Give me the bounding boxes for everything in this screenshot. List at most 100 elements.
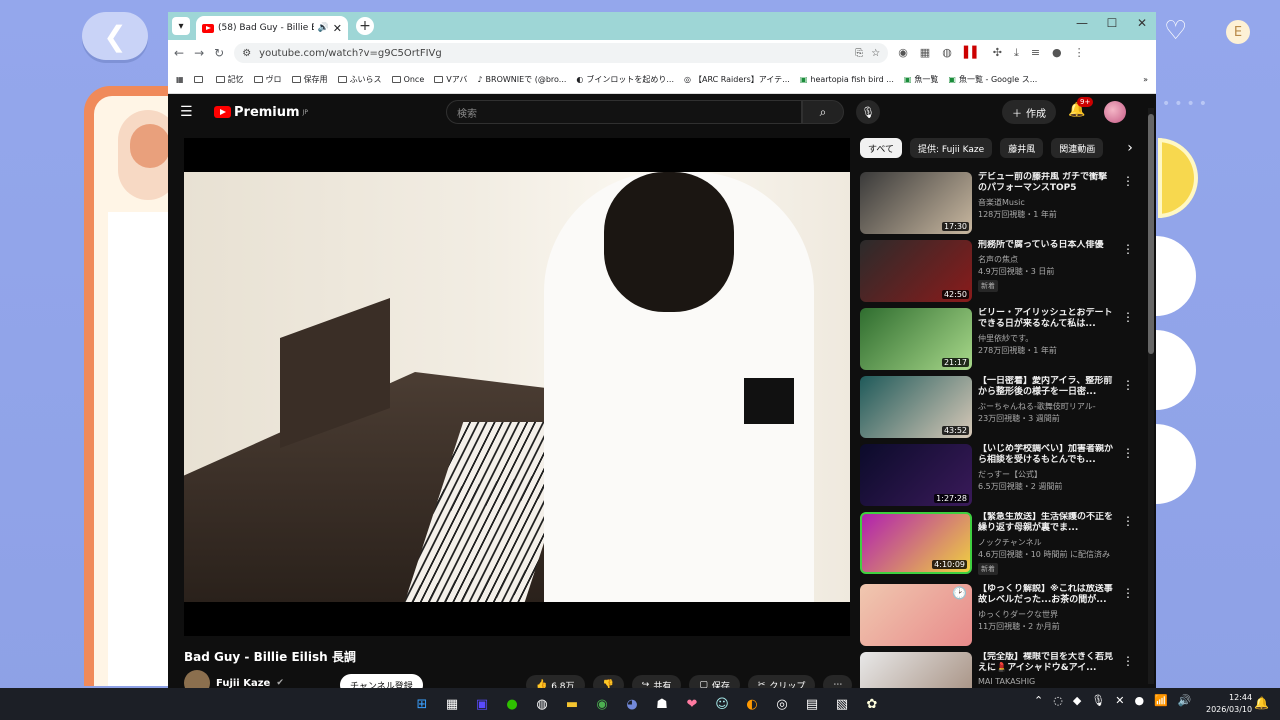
video-thumbnail[interactable]: 17:30 xyxy=(860,172,972,234)
rec-channel[interactable]: ぶーちゃんねる-歌舞伎町リアル- xyxy=(978,401,1116,412)
chevron-right-icon[interactable]: › xyxy=(1127,140,1133,156)
rec-title[interactable]: 【ゆっくり解説】※これは放送事故レベルだった...お茶の間が... xyxy=(978,584,1116,606)
youtube-logo[interactable]: Premium JP xyxy=(214,105,308,120)
video-thumbnail[interactable]: 42:50 xyxy=(860,240,972,302)
search-input[interactable]: 検索 xyxy=(446,100,802,124)
menu-icon[interactable]: ⋮ xyxy=(1074,46,1085,60)
more-actions-button[interactable]: ⋯ xyxy=(823,675,853,688)
channel-name[interactable]: Fujii Kaze xyxy=(216,678,270,689)
minimize-icon[interactable]: — xyxy=(1074,16,1090,30)
list-item[interactable]: 21:17 ビリー・アイリッシュとおデートできる日が来るなんて私は... 仲里依紗… xyxy=(860,308,1134,374)
rec-title[interactable]: 刑務所で腐っている日本人俳優 xyxy=(978,240,1116,251)
forward-icon[interactable]: → xyxy=(194,46,204,60)
video-thumbnail[interactable] xyxy=(860,652,972,688)
video-thumbnail[interactable]: 4:10:09 xyxy=(860,512,972,574)
bookmark-item[interactable]: ◎ 【ARC Raiders】アイテ... xyxy=(684,74,790,85)
app-icon[interactable]: ▤ xyxy=(800,692,824,716)
rec-channel[interactable]: MAI TAKASHIG xyxy=(978,677,1116,686)
notification-center-icon[interactable]: 🔔 xyxy=(1254,696,1269,710)
extension-icon[interactable]: ◍ xyxy=(942,46,952,60)
rec-title[interactable]: 【完全版】裸眼で目を大きく若見えに💄アイシャドウ&アイ... xyxy=(978,652,1116,674)
app-icon[interactable]: ◐ xyxy=(740,692,764,716)
more-vert-icon[interactable]: ⋮ xyxy=(1122,446,1134,510)
share-button[interactable]: ↪ 共有 xyxy=(631,675,682,688)
rec-title[interactable]: 【緊急生放送】生活保護の不正を繰り返す母親が裏でま... xyxy=(978,512,1116,534)
install-icon[interactable]: ⎘ xyxy=(855,48,863,59)
discord-icon[interactable]: ◕ xyxy=(620,692,644,716)
bookmark-item[interactable]: ▣ heartopia fish bird ... xyxy=(800,75,894,84)
voice-search-icon[interactable]: 🎙 xyxy=(856,100,880,124)
chrome-icon[interactable]: ◉ xyxy=(590,692,614,716)
back-arrow-icon[interactable]: ❮ xyxy=(82,12,148,60)
app-icon[interactable]: ✿ xyxy=(860,692,884,716)
close-window-icon[interactable]: ✕ xyxy=(1134,16,1150,30)
rec-title[interactable]: デビュー前の藤井風 ガチで衝撃のパフォーマンスTOP5 xyxy=(978,172,1116,194)
chip-related[interactable]: 関連動画 xyxy=(1051,138,1104,158)
rec-channel[interactable]: 仲里依紗です。 xyxy=(978,333,1116,344)
list-item[interactable]: 【完全版】裸眼で目を大きく若見えに💄アイシャドウ&アイ... MAI TAKASH… xyxy=(860,652,1134,688)
heart-check-icon[interactable]: ♡ xyxy=(1164,16,1198,50)
widgets-icon[interactable]: ▦ xyxy=(440,692,464,716)
bookmark-item[interactable]: ▣ 魚一覧 xyxy=(904,74,939,85)
volume-icon[interactable]: 🔊 xyxy=(1178,694,1192,707)
app-icon[interactable]: ◎ xyxy=(770,692,794,716)
app-icon[interactable]: ☺ xyxy=(710,692,734,716)
rec-title[interactable]: 【いじめ学校調べい】加害者親から相談を受けるもとんでも... xyxy=(978,444,1116,466)
list-item[interactable]: 17:30 デビュー前の藤井風 ガチで衝撃のパフォーマンスTOP5 音楽道Musi… xyxy=(860,172,1134,238)
video-thumbnail[interactable]: 1:27:28 xyxy=(860,444,972,506)
bookmark-item[interactable]: ▣ 魚一覧 - Google ス... xyxy=(948,74,1037,85)
chevron-up-icon[interactable]: ⌃ xyxy=(1034,694,1043,707)
extension-icon[interactable]: ▌▌ xyxy=(964,46,981,60)
more-vert-icon[interactable]: ⋮ xyxy=(1122,174,1134,238)
notifications-bell-icon[interactable]: 🔔 9+ xyxy=(1068,97,1094,118)
bookmark-item[interactable]: 保存用 xyxy=(291,74,328,85)
list-item[interactable]: 4:10:09 【緊急生放送】生活保護の不正を繰り返す母親が裏でま... ノックチ… xyxy=(860,512,1134,578)
subscribe-button[interactable]: チャンネル登録 xyxy=(340,674,423,688)
video-frame[interactable] xyxy=(184,172,850,602)
close-tab-icon[interactable]: ✕ xyxy=(333,22,342,35)
rec-channel[interactable]: ノックチャンネル xyxy=(978,537,1116,548)
account-avatar[interactable] xyxy=(1104,101,1126,123)
hamburger-menu-icon[interactable]: ☰ xyxy=(180,104,200,120)
rec-channel[interactable]: だっすー【公式】 xyxy=(978,469,1116,480)
list-item[interactable]: 1:27:28 【いじめ学校調べい】加害者親から相談を受けるもとんでも... だっ… xyxy=(860,444,1134,510)
dislike-button[interactable]: 👎 xyxy=(592,675,624,688)
speaker-icon[interactable]: 🔊 xyxy=(318,23,329,33)
reload-icon[interactable]: ↻ xyxy=(214,46,224,60)
like-button[interactable]: 👍 6.8万 xyxy=(526,675,585,688)
more-vert-icon[interactable]: ⋮ xyxy=(1122,242,1134,306)
extension-icon[interactable]: ▦ xyxy=(920,46,930,60)
list-item[interactable]: 42:50 刑務所で腐っている日本人俳優 名声の焦点 4.9万回視聴・3 日前 新着 … xyxy=(860,240,1134,306)
download-icon[interactable]: ⤓ xyxy=(1014,46,1019,60)
more-vert-icon[interactable]: ⋮ xyxy=(1122,514,1134,578)
video-thumbnail[interactable]: 🕑 xyxy=(860,584,972,646)
url-text[interactable]: youtube.com/watch?v=g9C5OrtFIVg xyxy=(259,48,847,59)
tab-search-button[interactable]: ▾ xyxy=(172,17,190,35)
app-icon[interactable]: ▧ xyxy=(830,692,854,716)
windows-start-icon[interactable]: ⊞ xyxy=(410,692,434,716)
site-info-icon[interactable]: ⚙ xyxy=(242,48,251,59)
video-thumbnail[interactable]: 43:52 xyxy=(860,376,972,438)
tray-icon[interactable]: ● xyxy=(1134,694,1144,707)
back-icon[interactable]: ← xyxy=(174,46,184,60)
list-item[interactable]: 🕑 【ゆっくり解説】※これは放送事故レベルだった...お茶の間が... ゆっくりダ… xyxy=(860,584,1134,650)
tray-icon[interactable]: ◌ xyxy=(1053,694,1063,707)
rec-channel[interactable]: 名声の焦点 xyxy=(978,254,1116,265)
bookmark-item[interactable]: ふいらス xyxy=(337,74,382,85)
file-explorer-icon[interactable]: ▬ xyxy=(560,692,584,716)
search-button[interactable]: ⌕ xyxy=(802,100,844,124)
chip-from-channel[interactable]: 提供: Fujii Kaze xyxy=(910,138,993,158)
active-tab[interactable]: (58) Bad Guy - Billie Eilish Ò 🔊 ✕ xyxy=(196,16,348,40)
bookmark-item[interactable]: Once xyxy=(391,75,424,84)
more-vert-icon[interactable]: ⋮ xyxy=(1122,378,1134,442)
bookmark-item[interactable]: ◐ ブインロットを起めり... xyxy=(576,74,674,85)
rec-channel[interactable]: 音楽道Music xyxy=(978,197,1116,208)
rec-title[interactable]: 【一日密着】愛内アイラ、整形前から整形後の様子を一日密... xyxy=(978,376,1116,398)
media-icon[interactable]: ≡ xyxy=(1031,46,1040,60)
clip-button[interactable]: ✂ クリップ xyxy=(747,675,816,688)
tray-icon[interactable]: ✕ xyxy=(1115,694,1124,707)
save-button[interactable]: ▢ 保存 xyxy=(689,675,740,688)
new-tab-button[interactable]: + xyxy=(356,17,374,35)
more-vert-icon[interactable]: ⋮ xyxy=(1122,586,1134,650)
chip-fujii-kaze[interactable]: 藤井風 xyxy=(1000,138,1044,158)
